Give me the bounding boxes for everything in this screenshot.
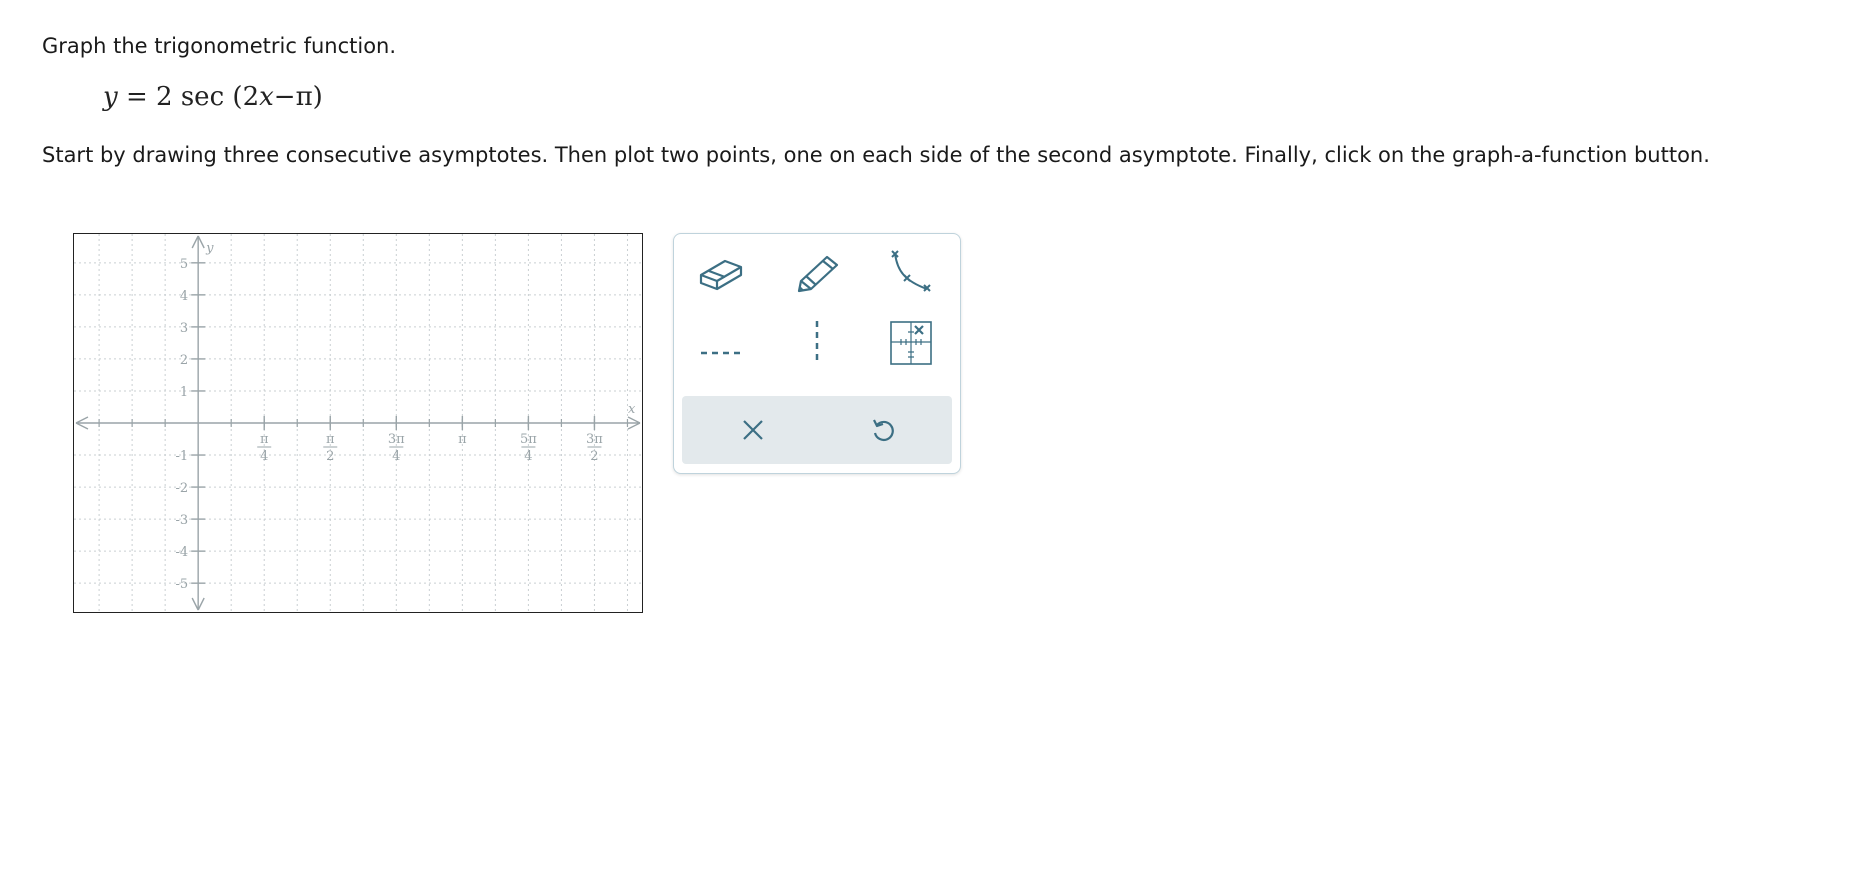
- x-tick-label-denominator: 4: [260, 449, 268, 464]
- point-tool-icon: [890, 321, 932, 365]
- x-tick-label-numerator: π: [326, 432, 335, 447]
- eraser-icon: [699, 259, 743, 291]
- undo-icon: [873, 419, 894, 442]
- clear-button[interactable]: [720, 404, 786, 456]
- tool-palette: [673, 233, 961, 474]
- instructions: Start by drawing three consecutive asymp…: [42, 143, 1710, 167]
- y-tick-label: 3: [180, 321, 188, 336]
- graph-canvas[interactable]: x y π 4 π 2 3π 4 π 5π 4 3π 2 5 4 3 2 1 -1 -2 -3 -4 -5: [74, 234, 642, 612]
- x-tick-label-numerator: 5π: [520, 432, 537, 447]
- horizontal-asymptote-tool[interactable]: [688, 324, 754, 382]
- pencil-icon: [797, 255, 839, 293]
- graph-area[interactable]: x y π 4 π 2 3π 4 π 5π 4 3π 2 5 4 3 2 1 -1 -2 -3 -4 -5: [73, 233, 643, 613]
- equation-coef: 2: [156, 82, 173, 112]
- equation-pi: π: [295, 82, 313, 112]
- y-tick-label: -1: [175, 449, 188, 464]
- equation-equals: =: [125, 82, 148, 112]
- pencil-tool[interactable]: [784, 244, 850, 302]
- equation-arg-var: x: [259, 82, 274, 112]
- x-axis-label: x: [628, 402, 636, 417]
- vertical-asymptote-icon: [815, 321, 819, 365]
- equation-minus: −: [273, 82, 296, 112]
- equation-open-paren: (: [232, 82, 243, 112]
- y-tick-label: -5: [175, 577, 188, 592]
- y-tick-label: -3: [175, 513, 188, 528]
- clear-icon: [743, 420, 763, 440]
- equation-lhs: y: [103, 82, 118, 112]
- x-tick-label-numerator: 3π: [586, 432, 603, 447]
- eraser-tool[interactable]: [688, 244, 754, 302]
- equation: y = 2 sec (2x−π): [103, 82, 323, 112]
- y-tick-label: 5: [180, 257, 188, 272]
- equation-func: sec: [180, 82, 225, 112]
- x-tick-label-numerator: π: [260, 432, 269, 447]
- x-tick-label-numerator: 3π: [388, 432, 405, 447]
- x-tick-label-denominator: 4: [392, 449, 400, 464]
- equation-arg-coef: 2: [242, 82, 260, 112]
- y-tick-label: -4: [175, 545, 188, 560]
- graph-function-tool[interactable]: [878, 244, 944, 302]
- point-tool[interactable]: [878, 314, 944, 372]
- y-tick-label: 1: [180, 385, 188, 400]
- x-tick-label-denominator: 4: [524, 449, 532, 464]
- x-tick-label-denominator: 2: [590, 449, 598, 464]
- x-tick-label-denominator: 2: [326, 449, 334, 464]
- vertical-asymptote-tool[interactable]: [784, 314, 850, 372]
- y-axis-label: y: [205, 241, 214, 256]
- question-prompt: Graph the trigonometric function.: [42, 34, 397, 58]
- y-tick-label: 4: [180, 289, 188, 304]
- y-tick-label: 2: [180, 353, 188, 368]
- undo-button[interactable]: [850, 404, 916, 456]
- y-tick-label: -2: [175, 481, 188, 496]
- x-tick-label-numerator: π: [458, 432, 467, 447]
- horizontal-asymptote-icon: [701, 351, 743, 355]
- graph-function-icon: [891, 250, 931, 292]
- action-bar: [682, 396, 952, 464]
- equation-close-paren: ): [312, 82, 323, 112]
